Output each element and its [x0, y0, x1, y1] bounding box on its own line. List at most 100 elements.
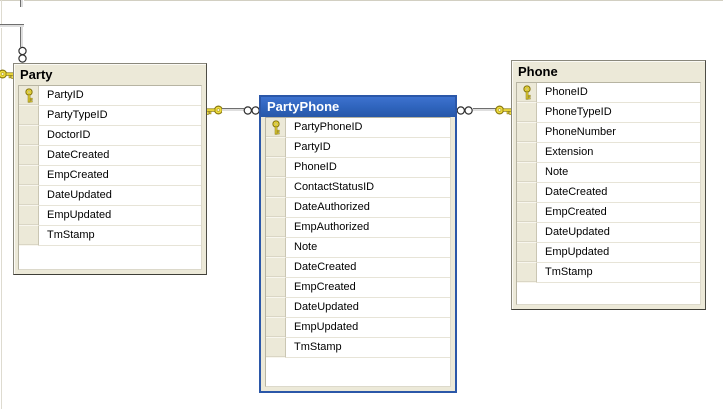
row-header-cell[interactable] — [517, 103, 537, 123]
row-header-cell[interactable] — [266, 178, 286, 198]
field-name: TmStamp — [39, 226, 201, 246]
field-name: EmpCreated — [39, 166, 201, 186]
field-row[interactable]: DateUpdated — [517, 223, 700, 243]
row-header-cell[interactable] — [19, 126, 39, 146]
field-name: EmpCreated — [286, 278, 450, 298]
field-name: EmpCreated — [537, 203, 700, 223]
row-header-cell[interactable] — [266, 278, 286, 298]
field-row[interactable]: TmStamp — [19, 226, 201, 246]
row-header-cell[interactable] — [517, 223, 537, 243]
diagram-canvas[interactable]: Party PartyIDPartyTypeIDDoctorIDDateCrea… — [0, 0, 723, 409]
field-row[interactable]: DateCreated — [266, 258, 450, 278]
field-name: EmpUpdated — [39, 206, 201, 226]
field-name: TmStamp — [286, 338, 450, 358]
row-header-cell[interactable] — [266, 158, 286, 178]
field-name: PartyPhoneID — [286, 118, 450, 138]
table-title[interactable]: PartyPhone — [261, 97, 455, 117]
row-header-cell[interactable] — [19, 146, 39, 166]
field-name: PhoneID — [537, 83, 700, 103]
field-row[interactable]: PhoneNumber — [517, 123, 700, 143]
field-row[interactable]: DateCreated — [19, 146, 201, 166]
field-name: Note — [537, 163, 700, 183]
field-row[interactable]: PhoneID — [517, 83, 700, 103]
row-header-cell[interactable] — [517, 123, 537, 143]
infinity-icon[interactable] — [456, 104, 474, 117]
field-row[interactable]: EmpUpdated — [266, 318, 450, 338]
key-icon[interactable] — [495, 104, 512, 117]
field-name: DateUpdated — [537, 223, 700, 243]
row-header-cell[interactable] — [19, 106, 39, 126]
field-name: PartyID — [286, 138, 450, 158]
field-name: PhoneTypeID — [537, 103, 700, 123]
row-header-cell[interactable] — [266, 138, 286, 158]
field-row[interactable]: DateUpdated — [266, 298, 450, 318]
relationship-line-offscreen-top-stub[interactable] — [20, 0, 24, 7]
field-row[interactable]: TmStamp — [517, 263, 700, 283]
field-name: DateUpdated — [39, 186, 201, 206]
row-header-cell[interactable] — [517, 143, 537, 163]
key-icon[interactable] — [0, 68, 14, 81]
field-row[interactable]: TmStamp — [266, 338, 450, 358]
row-header-cell[interactable] — [517, 243, 537, 263]
field-row[interactable]: Note — [517, 163, 700, 183]
row-header-cell[interactable] — [266, 298, 286, 318]
field-name: PartyTypeID — [39, 106, 201, 126]
field-row[interactable]: EmpUpdated — [517, 243, 700, 263]
field-row[interactable]: DateCreated — [517, 183, 700, 203]
primary-key-icon — [522, 85, 532, 100]
row-header-cell[interactable] — [19, 166, 39, 186]
table-title[interactable]: Party — [14, 64, 206, 85]
field-name: PhoneNumber — [537, 123, 700, 143]
canvas-border-top — [0, 0, 723, 1]
field-row[interactable]: DateAuthorized — [266, 198, 450, 218]
relationship-line-partyphone-phone[interactable] — [473, 108, 496, 112]
row-header-cell[interactable] — [517, 183, 537, 203]
table-partyphone[interactable]: PartyPhone PartyPhoneIDPartyIDPhoneIDCon… — [259, 95, 457, 393]
field-row[interactable]: PartyPhoneID — [266, 118, 450, 138]
field-name: DateCreated — [39, 146, 201, 166]
row-header-cell[interactable] — [266, 338, 286, 358]
field-row[interactable]: EmpCreated — [517, 203, 700, 223]
field-row[interactable]: DoctorID — [19, 126, 201, 146]
row-header-cell[interactable] — [19, 226, 39, 246]
row-header-cell[interactable] — [517, 163, 537, 183]
field-name: EmpAuthorized — [286, 218, 450, 238]
field-name: DateUpdated — [286, 298, 450, 318]
infinity-icon[interactable] — [16, 46, 29, 64]
table-title[interactable]: Phone — [512, 61, 705, 82]
row-header-cell[interactable] — [19, 186, 39, 206]
field-name: Note — [286, 238, 450, 258]
field-row[interactable]: Extension — [517, 143, 700, 163]
table-phone[interactable]: Phone PhoneIDPhoneTypeIDPhoneNumberExten… — [511, 60, 706, 310]
row-header-cell[interactable] — [266, 258, 286, 278]
field-row[interactable]: ContactStatusID — [266, 178, 450, 198]
field-row[interactable]: EmpCreated — [266, 278, 450, 298]
field-row[interactable]: DateUpdated — [19, 186, 201, 206]
field-name: DoctorID — [39, 126, 201, 146]
field-row[interactable]: PartyID — [19, 86, 201, 106]
field-row[interactable]: EmpCreated — [19, 166, 201, 186]
relationship-line-to-party-top[interactable] — [20, 27, 24, 47]
row-header-cell[interactable] — [266, 318, 286, 338]
field-row[interactable]: EmpAuthorized — [266, 218, 450, 238]
row-header-cell[interactable] — [517, 263, 537, 283]
key-icon[interactable] — [206, 104, 223, 117]
primary-key-cell[interactable] — [266, 118, 286, 138]
field-row[interactable]: PartyID — [266, 138, 450, 158]
field-row[interactable]: PartyTypeID — [19, 106, 201, 126]
primary-key-cell[interactable] — [19, 86, 39, 106]
relationship-line-party-partyphone[interactable] — [222, 108, 244, 112]
field-row[interactable]: PhoneID — [266, 158, 450, 178]
row-header-cell[interactable] — [266, 238, 286, 258]
field-row[interactable]: EmpUpdated — [19, 206, 201, 226]
field-list: PartyPhoneIDPartyIDPhoneIDContactStatusI… — [265, 117, 451, 387]
row-header-cell[interactable] — [19, 206, 39, 226]
table-party[interactable]: Party PartyIDPartyTypeIDDoctorIDDateCrea… — [13, 63, 207, 275]
row-header-cell[interactable] — [517, 203, 537, 223]
primary-key-icon — [271, 120, 281, 135]
field-row[interactable]: PhoneTypeID — [517, 103, 700, 123]
row-header-cell[interactable] — [266, 218, 286, 238]
field-row[interactable]: Note — [266, 238, 450, 258]
primary-key-cell[interactable] — [517, 83, 537, 103]
row-header-cell[interactable] — [266, 198, 286, 218]
